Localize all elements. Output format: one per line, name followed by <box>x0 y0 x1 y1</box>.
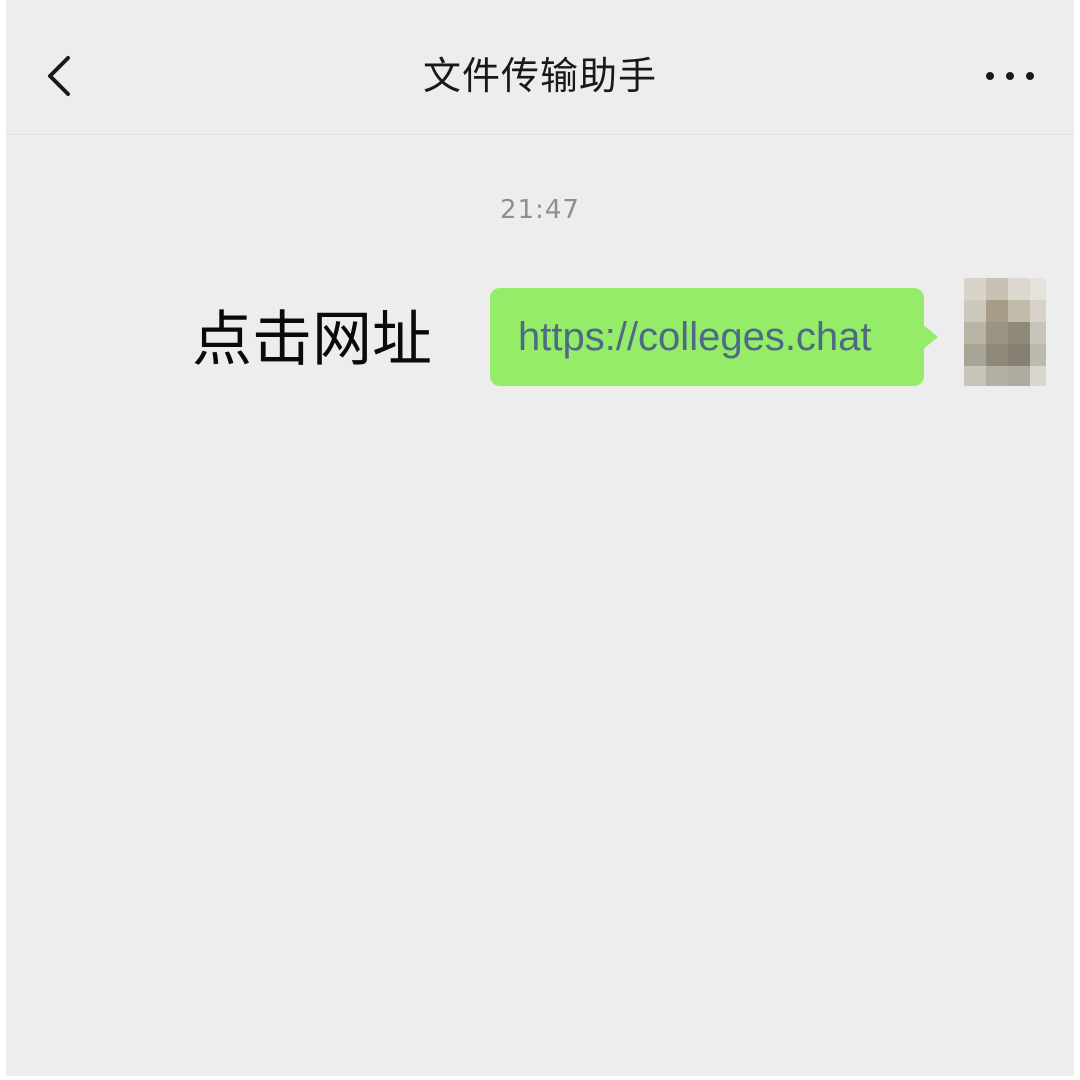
chat-title: 文件传输助手 <box>422 54 657 98</box>
annotation-text: 点击网址 <box>192 305 432 375</box>
chat-screen: 文件传输助手 21:47 点击网址 https://colleges.chat <box>6 0 1074 1076</box>
chevron-left-icon <box>48 56 70 96</box>
chat-header: 文件传输助手 <box>6 0 1074 135</box>
message-bubble[interactable]: https://colleges.chat <box>490 288 924 386</box>
avatar[interactable] <box>946 278 1046 388</box>
message-timestamp: 21:47 <box>500 195 580 225</box>
pixelated-avatar-icon <box>946 278 1046 388</box>
more-dots-icon <box>986 72 1034 80</box>
back-button[interactable] <box>36 48 84 104</box>
bubble-tail <box>922 324 938 350</box>
message-link[interactable]: https://colleges.chat <box>518 288 918 386</box>
more-button[interactable] <box>978 56 1042 96</box>
